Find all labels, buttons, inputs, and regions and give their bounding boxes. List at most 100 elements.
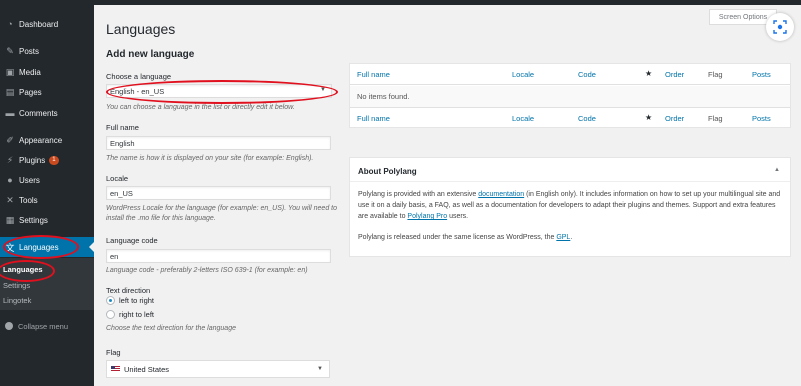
sidebar-item-label: Tools (19, 195, 38, 205)
add-language-heading: Add new language (106, 49, 195, 60)
full-name-label: Full name (106, 123, 139, 132)
direction-ltr-label: left to right (119, 296, 155, 305)
table-empty-row: No items found. (350, 86, 790, 107)
plugins-icon: ⚡ (6, 154, 14, 165)
language-code-value: en (110, 251, 119, 261)
gpl-link[interactable]: GPL (556, 234, 570, 241)
table-header-row: Full name Locale Code ★ Order Flag Posts (350, 64, 790, 85)
dashboard-icon: ◔ (7, 19, 13, 29)
update-count-badge: 1 (49, 155, 59, 165)
sidebar-item-pages[interactable]: ▤ Pages (0, 82, 94, 102)
direction-rtl-option[interactable]: right to left (106, 310, 154, 319)
polylang-pro-link[interactable]: Polylang Pro (407, 213, 447, 220)
column-order[interactable]: Order (665, 114, 684, 123)
comments-icon: ▬ (5, 108, 15, 118)
column-locale[interactable]: Locale (512, 114, 534, 123)
about-text: users. (447, 213, 469, 220)
about-polylang-title: About Polylang (358, 167, 417, 176)
locale-description: WordPress Locale for the language (for e… (106, 205, 337, 222)
direction-ltr-option[interactable]: left to right (106, 296, 154, 305)
about-text: Polylang is provided with an extensive (358, 191, 479, 198)
admin-sidebar: ◔ Dashboard ✎ Posts ▣ Media ▤ Pages ▬ Co… (0, 0, 94, 386)
sidebar-item-media[interactable]: ▣ Media (0, 62, 94, 82)
column-locale[interactable]: Locale (512, 70, 534, 79)
sidebar-item-appearance[interactable]: ✐ Appearance (0, 130, 94, 150)
users-icon: ● (7, 175, 13, 185)
sidebar-item-label: Dashboard (19, 19, 59, 29)
sidebar-item-label: Comments (19, 108, 58, 118)
locale-label: Locale (106, 174, 129, 183)
column-code[interactable]: Code (578, 114, 596, 123)
languages-table: Full name Locale Code ★ Order Flag Posts… (349, 63, 791, 128)
tools-icon: ✕ (6, 194, 14, 205)
settings-icon: ▦ (5, 214, 15, 225)
about-paragraph-1: Polylang is provided with an extensive d… (358, 189, 784, 222)
sidebar-item-comments[interactable]: ▬ Comments (0, 103, 94, 123)
radio-rtl[interactable] (106, 310, 115, 319)
column-full-name[interactable]: Full name (357, 70, 390, 79)
full-name-description: The name is how it is displayed on your … (106, 155, 314, 162)
submenu-item-settings[interactable]: Settings (3, 281, 30, 290)
choose-language-description: You can choose a language in the list or… (106, 104, 295, 111)
column-posts[interactable]: Posts (752, 70, 771, 79)
sidebar-item-label: Settings (19, 215, 48, 225)
no-items-text: No items found. (357, 92, 410, 101)
locale-value: en_US (110, 188, 133, 198)
column-flag: Flag (708, 114, 723, 123)
table-footer-row: Full name Locale Code ★ Order Flag Posts (350, 107, 790, 128)
column-flag: Flag (708, 70, 723, 79)
flag-label: Flag (106, 348, 121, 357)
submenu-item-lingotek[interactable]: Lingotek (3, 296, 31, 305)
sidebar-item-tools[interactable]: ✕ Tools (0, 190, 94, 210)
sidebar-item-users[interactable]: ● Users (0, 170, 94, 190)
flag-select-value: United States (124, 364, 170, 374)
choose-language-label: Choose a language (106, 72, 172, 81)
flag-select[interactable]: United States ▼ (106, 360, 330, 378)
sidebar-item-plugins[interactable]: ⚡ Plugins 1 (0, 150, 94, 170)
appearance-icon: ✐ (6, 134, 14, 145)
sidebar-item-label: Users (19, 175, 40, 185)
column-full-name[interactable]: Full name (357, 114, 390, 123)
about-polylang-box: About Polylang ▲ Polylang is provided wi… (349, 157, 791, 257)
sidebar-item-dashboard[interactable]: ◔ Dashboard (0, 14, 94, 34)
radio-ltr[interactable] (106, 296, 115, 305)
about-text: . (570, 234, 573, 241)
language-code-description: Language code - preferably 2-letters ISO… (106, 267, 308, 274)
column-code[interactable]: Code (578, 70, 596, 79)
collapse-arrow-icon[interactable]: ▲ (774, 167, 780, 173)
us-flag-icon (111, 366, 120, 372)
pushpin-icon: ✎ (6, 45, 14, 56)
media-icon: ▣ (5, 66, 15, 77)
pages-icon: ▤ (5, 86, 15, 97)
sidebar-item-settings[interactable]: ▦ Settings (0, 210, 94, 230)
full-name-input[interactable]: English (106, 136, 331, 150)
default-language-star-icon: ★ (645, 113, 653, 122)
sidebar-item-label: Pages (19, 87, 42, 97)
page-title: Languages (106, 21, 176, 37)
language-code-label: Language code (106, 236, 158, 245)
text-direction-description: Choose the text direction for the langua… (106, 325, 236, 332)
text-direction-label: Text direction (106, 286, 151, 295)
chevron-down-icon: ▼ (317, 366, 323, 372)
locale-input[interactable]: en_US (106, 186, 331, 200)
annotation-ellipse-languages-menu (3, 235, 79, 259)
collapse-menu-button[interactable]: Collapse menu (0, 317, 94, 335)
documentation-link[interactable]: documentation (478, 191, 524, 198)
language-code-input[interactable]: en (106, 249, 331, 263)
default-language-star-icon: ★ (645, 69, 653, 78)
annotation-ellipse-choose-language (106, 80, 338, 104)
full-name-value: English (110, 138, 135, 148)
sidebar-item-label: Posts (19, 46, 40, 56)
sidebar-item-posts[interactable]: ✎ Posts (0, 41, 94, 61)
column-posts[interactable]: Posts (752, 114, 771, 123)
about-polylang-header[interactable]: About Polylang ▲ (350, 158, 790, 182)
column-order[interactable]: Order (665, 70, 684, 79)
collapse-icon (0, 322, 18, 330)
collapse-menu-label: Collapse menu (18, 321, 69, 331)
direction-rtl-label: right to left (119, 310, 155, 319)
about-text: Polylang is released under the same lice… (358, 234, 557, 241)
screen-capture-icon[interactable] (766, 13, 794, 41)
sidebar-item-label: Plugins (19, 155, 46, 165)
sidebar-item-label: Media (19, 67, 41, 77)
about-paragraph-2: Polylang is released under the same lice… (358, 232, 784, 243)
